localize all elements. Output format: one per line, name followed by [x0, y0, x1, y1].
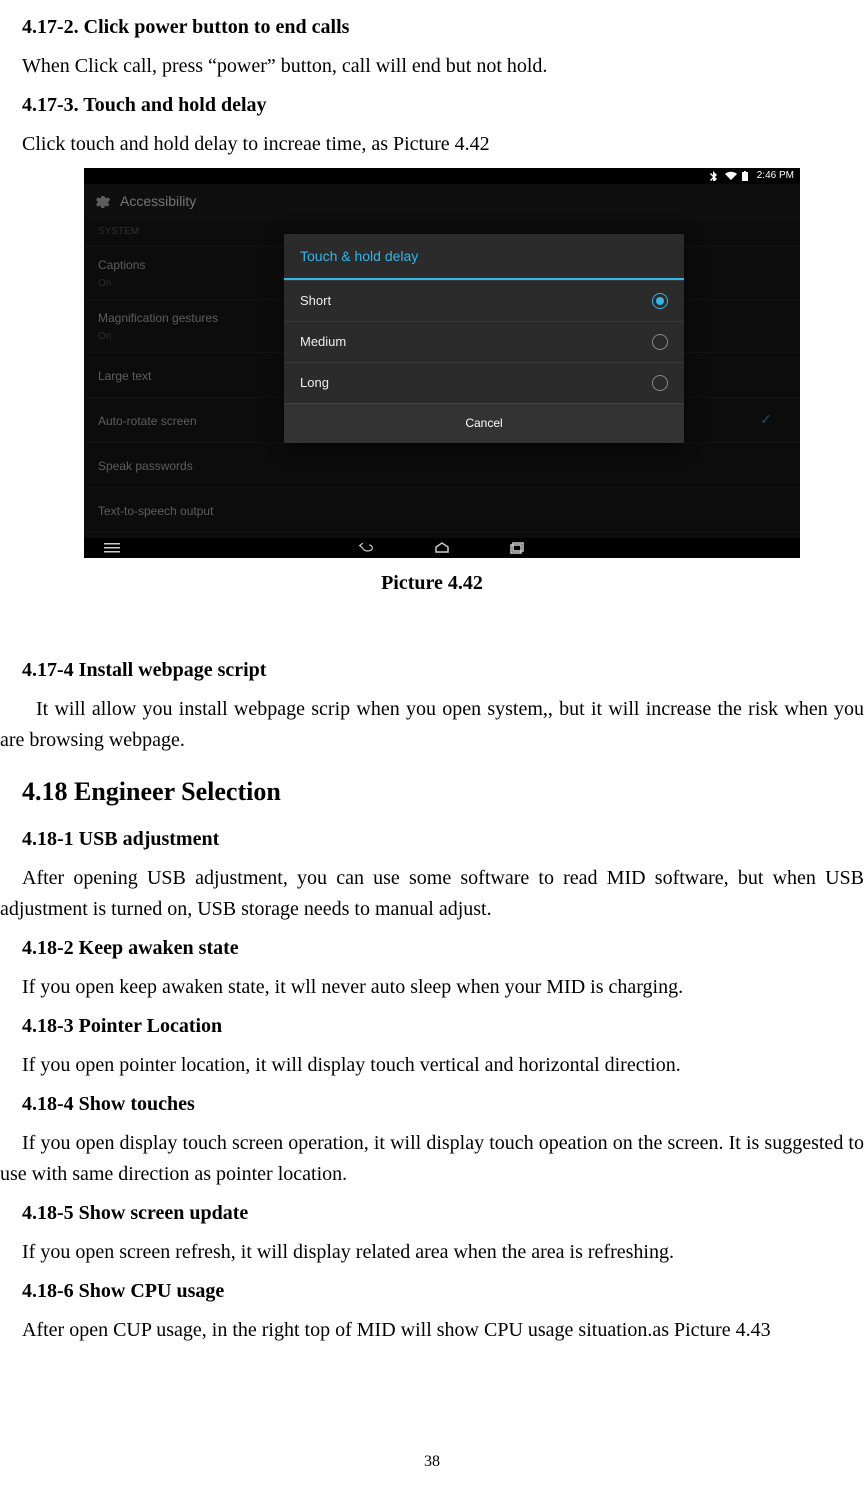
dialog-option-medium[interactable]: Medium [284, 321, 684, 362]
dialog-option-label: Short [300, 291, 331, 311]
body-4-18-5: If you open screen refresh, it will disp… [0, 1237, 864, 1268]
heading-4-18-6: 4.18-6 Show CPU usage [0, 1276, 864, 1307]
dialog-title: Touch & hold delay [284, 234, 684, 280]
radio-selected-icon [652, 293, 668, 309]
status-bar: 2:46 PM [84, 168, 800, 184]
body-4-18-4: If you open display touch screen operati… [0, 1128, 864, 1190]
wifi-icon [725, 171, 735, 181]
heading-4-17-2: 4.17-2. Click power button to end calls [0, 12, 864, 43]
heading-4-18: 4.18 Engineer Selection [22, 772, 864, 812]
body-4-18-2: If you open keep awaken state, it wll ne… [0, 972, 864, 1003]
heading-4-17-3: 4.17-3. Touch and hold delay [0, 90, 864, 121]
radio-unselected-icon [652, 334, 668, 350]
battery-icon [741, 171, 751, 181]
body-4-17-4: It will allow you install webpage scrip … [0, 694, 864, 756]
nav-recent-icon[interactable] [510, 542, 526, 554]
heading-4-18-4: 4.18-4 Show touches [0, 1089, 864, 1120]
nav-back-icon[interactable] [358, 542, 374, 554]
nav-home-icon[interactable] [434, 542, 450, 554]
nav-bar [84, 538, 800, 558]
dialog-option-short[interactable]: Short [284, 280, 684, 321]
body-4-17-3: Click touch and hold delay to increae ti… [0, 129, 864, 160]
dialog-touch-hold-delay: Touch & hold delay Short Medium Long Can… [284, 234, 684, 443]
body-4-18-3: If you open pointer location, it will di… [0, 1050, 864, 1081]
dialog-option-label: Medium [300, 332, 346, 352]
radio-unselected-icon [652, 375, 668, 391]
dialog-option-long[interactable]: Long [284, 362, 684, 403]
bluetooth-icon [709, 171, 719, 181]
page-number: 38 [0, 1450, 864, 1475]
spacer [0, 623, 864, 647]
dialog-cancel-button[interactable]: Cancel [284, 403, 684, 443]
heading-4-18-1: 4.18-1 USB adjustment [0, 824, 864, 855]
status-time: 2:46 PM [757, 168, 794, 184]
heading-4-17-4: 4.17-4 Install webpage script [0, 655, 864, 686]
heading-4-18-2: 4.18-2 Keep awaken state [0, 933, 864, 964]
heading-4-18-3: 4.18-3 Pointer Location [0, 1011, 864, 1042]
screenshot-android-accessibility: 2:46 PM Accessibility SYSTEM Captions On… [84, 168, 800, 558]
body-4-18-6: After open CUP usage, in the right top o… [0, 1315, 864, 1346]
caption-picture-4-42: Picture 4.42 [0, 568, 864, 599]
page: 4.17-2. Click power button to end calls … [0, 0, 864, 1487]
dialog-option-label: Long [300, 373, 329, 393]
heading-4-18-5: 4.18-5 Show screen update [0, 1198, 864, 1229]
body-4-17-2: When Click call, press “power” button, c… [0, 51, 864, 82]
body-4-18-1: After opening USB adjustment, you can us… [0, 863, 864, 925]
nav-menu-icon[interactable] [104, 542, 120, 554]
